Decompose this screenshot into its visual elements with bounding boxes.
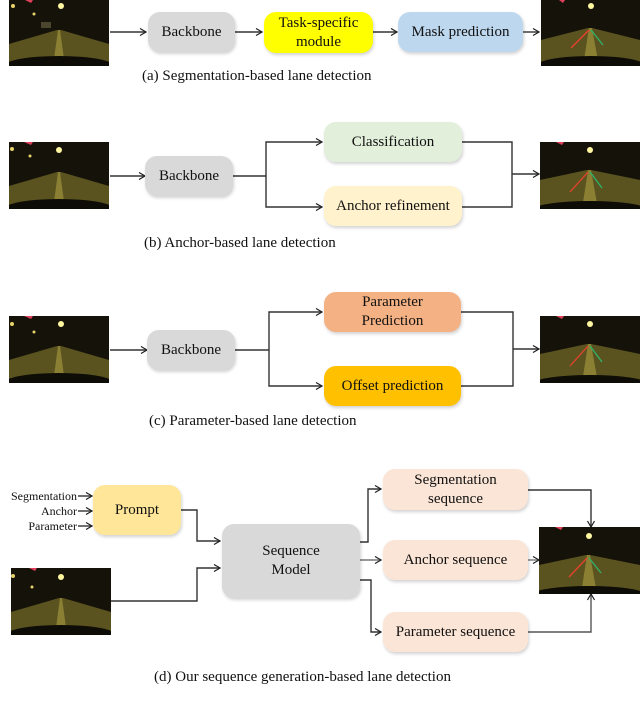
anchor-refinement-box: Anchor refinement bbox=[324, 186, 462, 226]
classification-label: Classification bbox=[351, 133, 435, 150]
caption-c: (c) Parameter-based lane detection bbox=[149, 413, 357, 429]
parameter-sequence-label: Parameter sequence bbox=[395, 623, 516, 640]
input-road-image-c bbox=[9, 316, 109, 383]
caption-d: (d) Our sequence generation-based lane d… bbox=[154, 669, 451, 685]
road-scene-lanes-icon bbox=[540, 316, 640, 383]
road-scene-lanes-icon bbox=[541, 0, 640, 66]
offset-prediction-box: Offset prediction bbox=[324, 366, 461, 406]
arrow-d-segseq-img bbox=[528, 489, 591, 527]
classification-box: Classification bbox=[324, 122, 462, 162]
input-road-image-a bbox=[9, 0, 109, 66]
line-b-classification-merge bbox=[462, 141, 513, 208]
road-scene-icon bbox=[9, 316, 109, 383]
prompt-input-anchor: Anchor bbox=[41, 504, 77, 518]
caption-b: (b) Anchor-based lane detection bbox=[144, 235, 336, 251]
backbone-box-a: Backbone bbox=[148, 12, 235, 52]
parameter-prediction-label-line2: Prediction bbox=[361, 313, 424, 329]
anchor-refinement-label: Anchor refinement bbox=[336, 197, 450, 214]
prompt-input-segmentation: Segmentation bbox=[11, 489, 77, 503]
parameter-prediction-box: Parameter Prediction bbox=[324, 292, 461, 332]
arrow-c-to-offset bbox=[268, 350, 322, 386]
output-road-image-a bbox=[541, 0, 640, 66]
output-road-image-d bbox=[539, 527, 640, 594]
task-module-label-line1: Task-specific bbox=[278, 14, 359, 31]
backbone-box-b: Backbone bbox=[145, 156, 233, 196]
output-road-image-b bbox=[540, 142, 640, 209]
task-specific-module-box: Task-specific module bbox=[264, 12, 373, 53]
anchor-sequence-box: Anchor sequence bbox=[383, 540, 528, 580]
offset-prediction-label: Offset prediction bbox=[341, 377, 444, 394]
sequence-model-box: Sequence Model bbox=[222, 524, 360, 598]
mask-prediction-box: Mask prediction bbox=[398, 12, 523, 52]
parameter-prediction-label-line1: Parameter bbox=[362, 294, 423, 310]
output-road-image-c bbox=[540, 316, 640, 383]
anchor-sequence-label: Anchor sequence bbox=[403, 551, 508, 568]
backbone-label: Backbone bbox=[161, 23, 222, 40]
backbone-label: Backbone bbox=[159, 167, 219, 184]
arrow-d-img-model bbox=[111, 568, 220, 602]
task-module-label-line2: module bbox=[296, 33, 341, 50]
road-scene-icon bbox=[9, 0, 109, 66]
backbone-label: Backbone bbox=[161, 341, 221, 358]
segmentation-sequence-label-line1: Segmentation bbox=[414, 471, 497, 488]
input-road-image-d bbox=[11, 568, 111, 635]
parameter-sequence-box: Parameter sequence bbox=[383, 612, 528, 652]
prompt-input-parameter: Parameter bbox=[28, 519, 77, 533]
sequence-model-label-line1: Sequence bbox=[262, 543, 320, 559]
backbone-box-c: Backbone bbox=[147, 330, 235, 370]
input-road-image-b bbox=[9, 142, 109, 209]
arrow-b-to-classification bbox=[265, 142, 322, 176]
road-scene-icon bbox=[9, 142, 109, 209]
arrow-c-to-parameter bbox=[268, 312, 322, 350]
sequence-model-label-line2: Model bbox=[271, 562, 311, 578]
arrow-d-paramseq-img bbox=[528, 594, 591, 633]
mask-prediction-label: Mask prediction bbox=[411, 23, 510, 40]
arrow-d-prompt-model bbox=[181, 509, 220, 541]
prompt-box: Prompt bbox=[93, 485, 181, 535]
road-scene-lanes-icon bbox=[539, 527, 640, 594]
prompt-label: Prompt bbox=[114, 501, 160, 518]
road-scene-lanes-icon bbox=[540, 142, 640, 209]
road-scene-icon bbox=[11, 568, 111, 635]
segmentation-sequence-box: Segmentation sequence bbox=[383, 469, 528, 510]
caption-a: (a) Segmentation-based lane detection bbox=[142, 68, 372, 84]
arrow-d-model-paramseq bbox=[360, 579, 381, 632]
line-c-merge bbox=[461, 311, 514, 387]
arrow-b-to-anchor bbox=[265, 176, 322, 207]
arrow-d-model-segseq bbox=[360, 489, 381, 543]
segmentation-sequence-label-line2: sequence bbox=[428, 490, 483, 507]
